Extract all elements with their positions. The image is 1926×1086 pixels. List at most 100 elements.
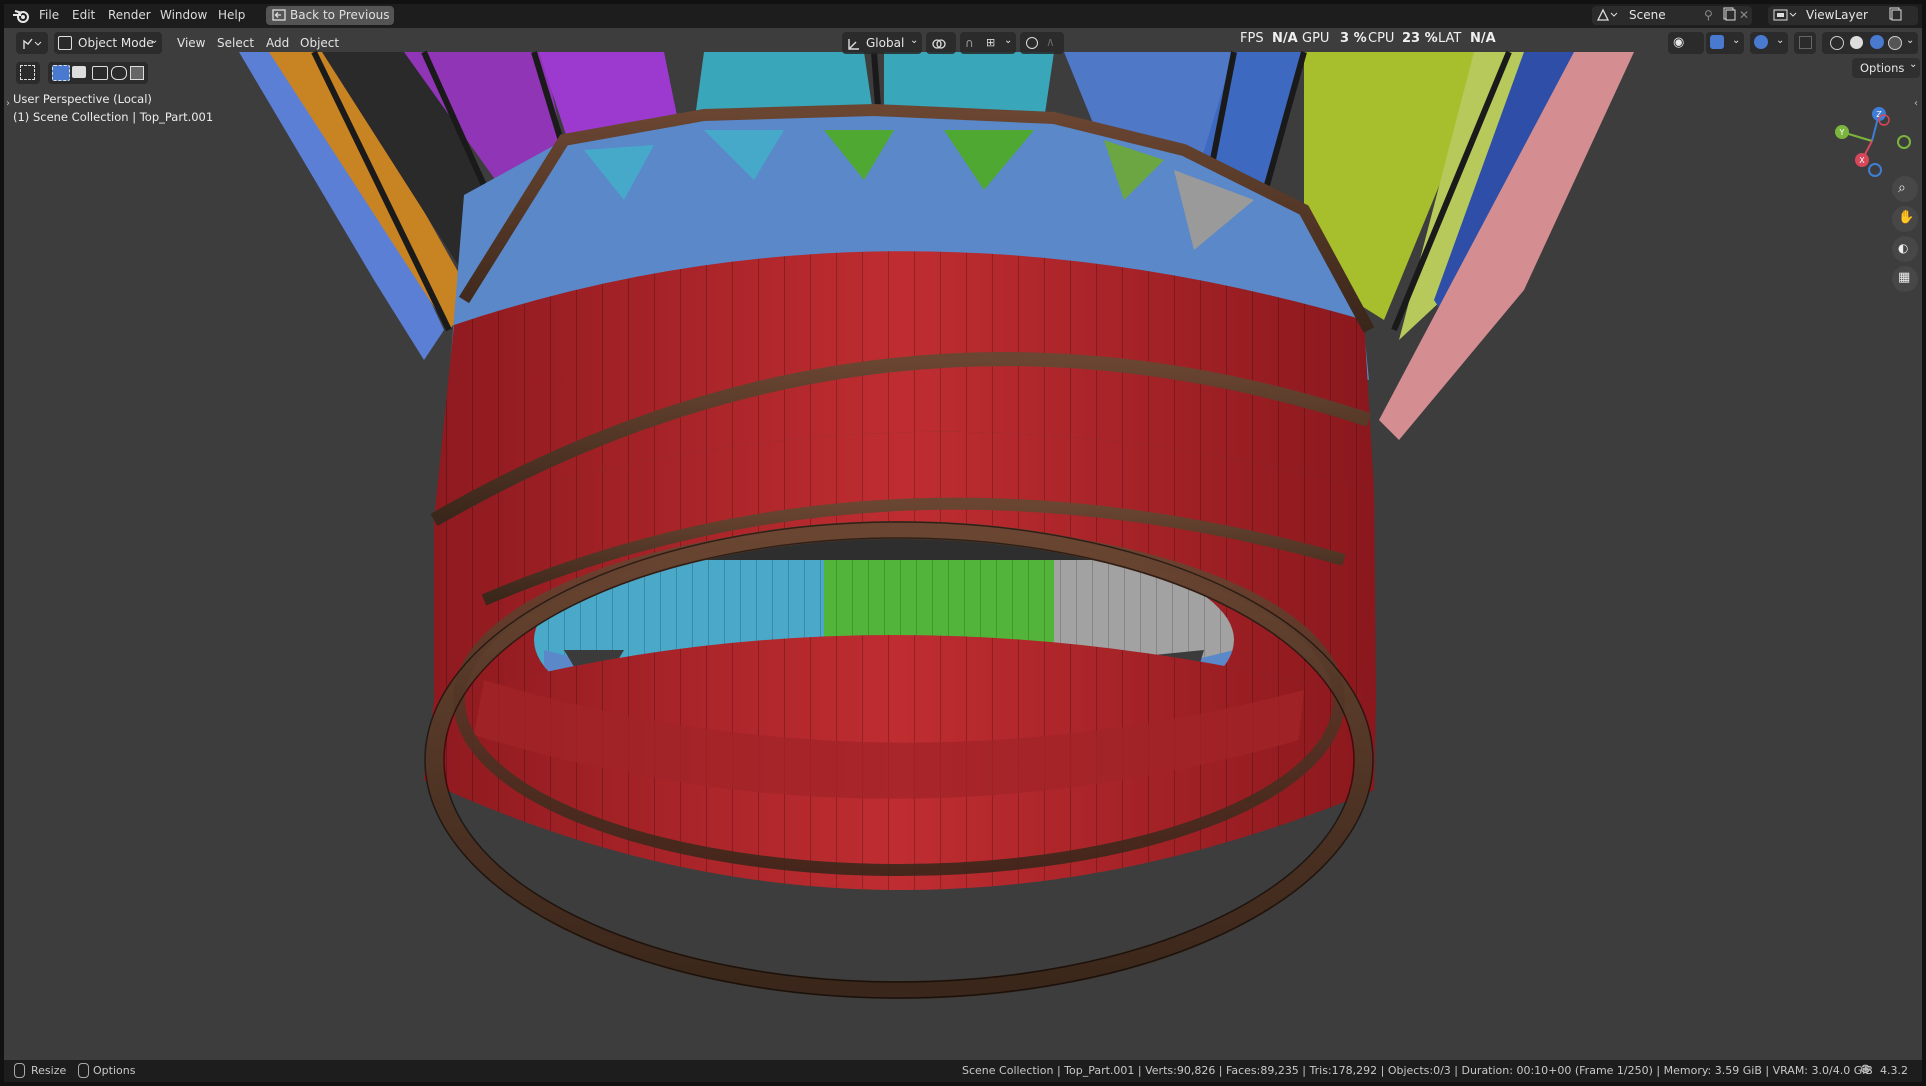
editor-type-icon [22,36,42,55]
cpu-value: 23 % [1402,31,1438,46]
shading-modes[interactable]: ⌄ [1822,32,1918,54]
select-difference-icon[interactable] [111,66,127,80]
delete-scene-icon[interactable]: ✕ [1739,8,1749,22]
select-set-icon[interactable] [52,65,70,81]
toolbar-toggle-icon[interactable]: › [6,98,10,109]
proportional-editing-toggle[interactable]: ∧ [1020,32,1064,54]
chevron-down-icon: ⌄ [1732,35,1741,46]
rendered-shading-icon[interactable] [1888,36,1902,50]
object-mode-dropdown[interactable]: Object Mode ⌄ [54,32,162,54]
fps-label: FPS [1240,31,1264,46]
scene-icon [1596,8,1618,25]
cpu-label: CPU [1368,31,1395,46]
back-to-previous-label: Back to Previous [290,8,390,22]
select-subtract-icon[interactable] [92,66,108,80]
resize-hint: Resize [31,1064,67,1077]
wireframe-shading-icon[interactable] [1830,36,1844,50]
menu-render[interactable]: Render [108,8,151,22]
falloff-icon: ∧ [1046,35,1055,49]
snap-target-icon: ⊞ [986,36,996,49]
solid-shading-icon[interactable] [1850,36,1863,49]
back-to-previous-button[interactable]: Back to Previous [266,6,394,25]
transform-orientation-dropdown[interactable]: Global ⌄ [842,32,922,54]
fps-value: N/A [1272,31,1298,46]
viewlayer-name[interactable]: ViewLayer [1806,8,1868,22]
pivot-point-dropdown[interactable] [926,32,956,54]
menu-file[interactable]: File [39,8,59,22]
scene-name[interactable]: Scene [1629,8,1666,22]
top-menu-bar: File Edit Render Window Help Back to Pre… [4,4,1922,28]
options-hint: Options [93,1064,136,1077]
viewlayer-icon [1773,8,1797,25]
blender-window: File Edit Render Window Help Back to Pre… [4,4,1922,1082]
hand-icon: ✋ [1898,210,1915,225]
menu-select[interactable]: Select [217,36,254,50]
chevron-down-icon: ⌄ [1004,35,1013,46]
viewlayer-selector[interactable]: ViewLayer [1768,6,1918,25]
blender-logo-icon[interactable] [12,7,30,28]
options-label: Options [1860,61,1905,75]
pivot-icon [931,36,951,55]
proportional-icon [1026,37,1038,49]
view-perspective-label: User Perspective (Local) [13,92,152,106]
3d-viewport[interactable]: Object Mode ⌄ View Select Add Object Glo… [4,28,1922,1060]
zoom-button[interactable]: ⌕ [1892,176,1918,202]
camera-view-button[interactable]: ◐ [1892,236,1918,262]
sidebar-toggle-icon[interactable]: ‹ [1914,98,1918,109]
selection-mode-group[interactable] [48,62,148,84]
gizmo-toggle[interactable]: ⌄ [1706,32,1744,54]
status-bar: Resize Options Scene Collection | Top_Pa… [4,1060,1922,1082]
ortho-toggle-button[interactable]: ▦ [1892,266,1918,292]
material-shading-icon[interactable] [1870,35,1884,49]
collection-label: (1) Scene Collection | Top_Part.001 [13,110,214,124]
gpu-value: 3 % [1340,31,1367,46]
menu-view[interactable]: View [177,36,205,50]
chevron-down-icon: ⌄ [1906,35,1915,46]
back-icon [272,9,286,24]
overlays-toggle[interactable]: ⌄ [1750,32,1788,54]
select-extend-icon[interactable] [72,66,86,78]
chevron-down-icon: ⌄ [150,35,159,46]
pin-icon[interactable]: ⚲ [1704,8,1713,22]
orientation-icon [847,36,861,55]
zoom-icon: ⌕ [1898,180,1906,196]
gizmo-neg-z[interactable] [1868,163,1882,177]
mouse-icon [14,1063,25,1078]
magnet-icon: ∩ [965,36,974,50]
menu-add[interactable]: Add [266,36,289,50]
gizmo-y-label: Y [1839,128,1845,137]
menu-window[interactable]: Window [160,8,207,22]
chevron-down-icon: ⌄ [1909,59,1918,70]
options-dropdown[interactable]: Options ⌄ [1852,58,1920,78]
tool-select-box[interactable] [16,62,40,84]
menu-edit[interactable]: Edit [72,8,95,22]
navigation-gizmo[interactable]: Z Y X [1824,96,1914,186]
scene-stats: Scene Collection | Top_Part.001 | Verts:… [962,1064,1873,1077]
version-label: 4.3.2 [1880,1064,1908,1077]
new-scene-icon[interactable] [1722,7,1736,24]
select-intersect-icon[interactable] [130,66,144,80]
scene-selector[interactable]: Scene ⚲ ✕ [1592,6,1752,25]
xray-icon [1799,36,1812,49]
select-cursor-icon [20,65,35,80]
orientation-label: Global [866,36,905,50]
menu-help[interactable]: Help [218,8,245,22]
chevron-down-icon: ⌄ [1776,35,1785,46]
new-viewlayer-icon[interactable] [1888,7,1902,24]
chevron-down-icon: ⌄ [910,35,919,46]
network-icon: ⊕ [1860,1062,1871,1077]
gizmo-neg-y[interactable] [1897,135,1911,149]
visibility-dropdown[interactable]: ◉ [1668,32,1704,54]
lat-value: N/A [1470,31,1496,46]
pan-button[interactable]: ✋ [1892,206,1918,232]
xray-toggle[interactable] [1794,32,1816,54]
camera-icon: ◐ [1898,241,1909,255]
menu-object[interactable]: Object [300,36,339,50]
editor-type-button[interactable] [16,32,48,54]
object-mode-label: Object Mode [78,36,154,50]
snap-toggle[interactable]: ∩ ⊞ ⌄ [960,32,1016,54]
gizmo-x-label: X [1859,156,1865,165]
gpu-label: GPU [1302,31,1330,46]
lat-label: LAT [1438,31,1462,46]
eye-icon: ◉ [1673,35,1685,50]
